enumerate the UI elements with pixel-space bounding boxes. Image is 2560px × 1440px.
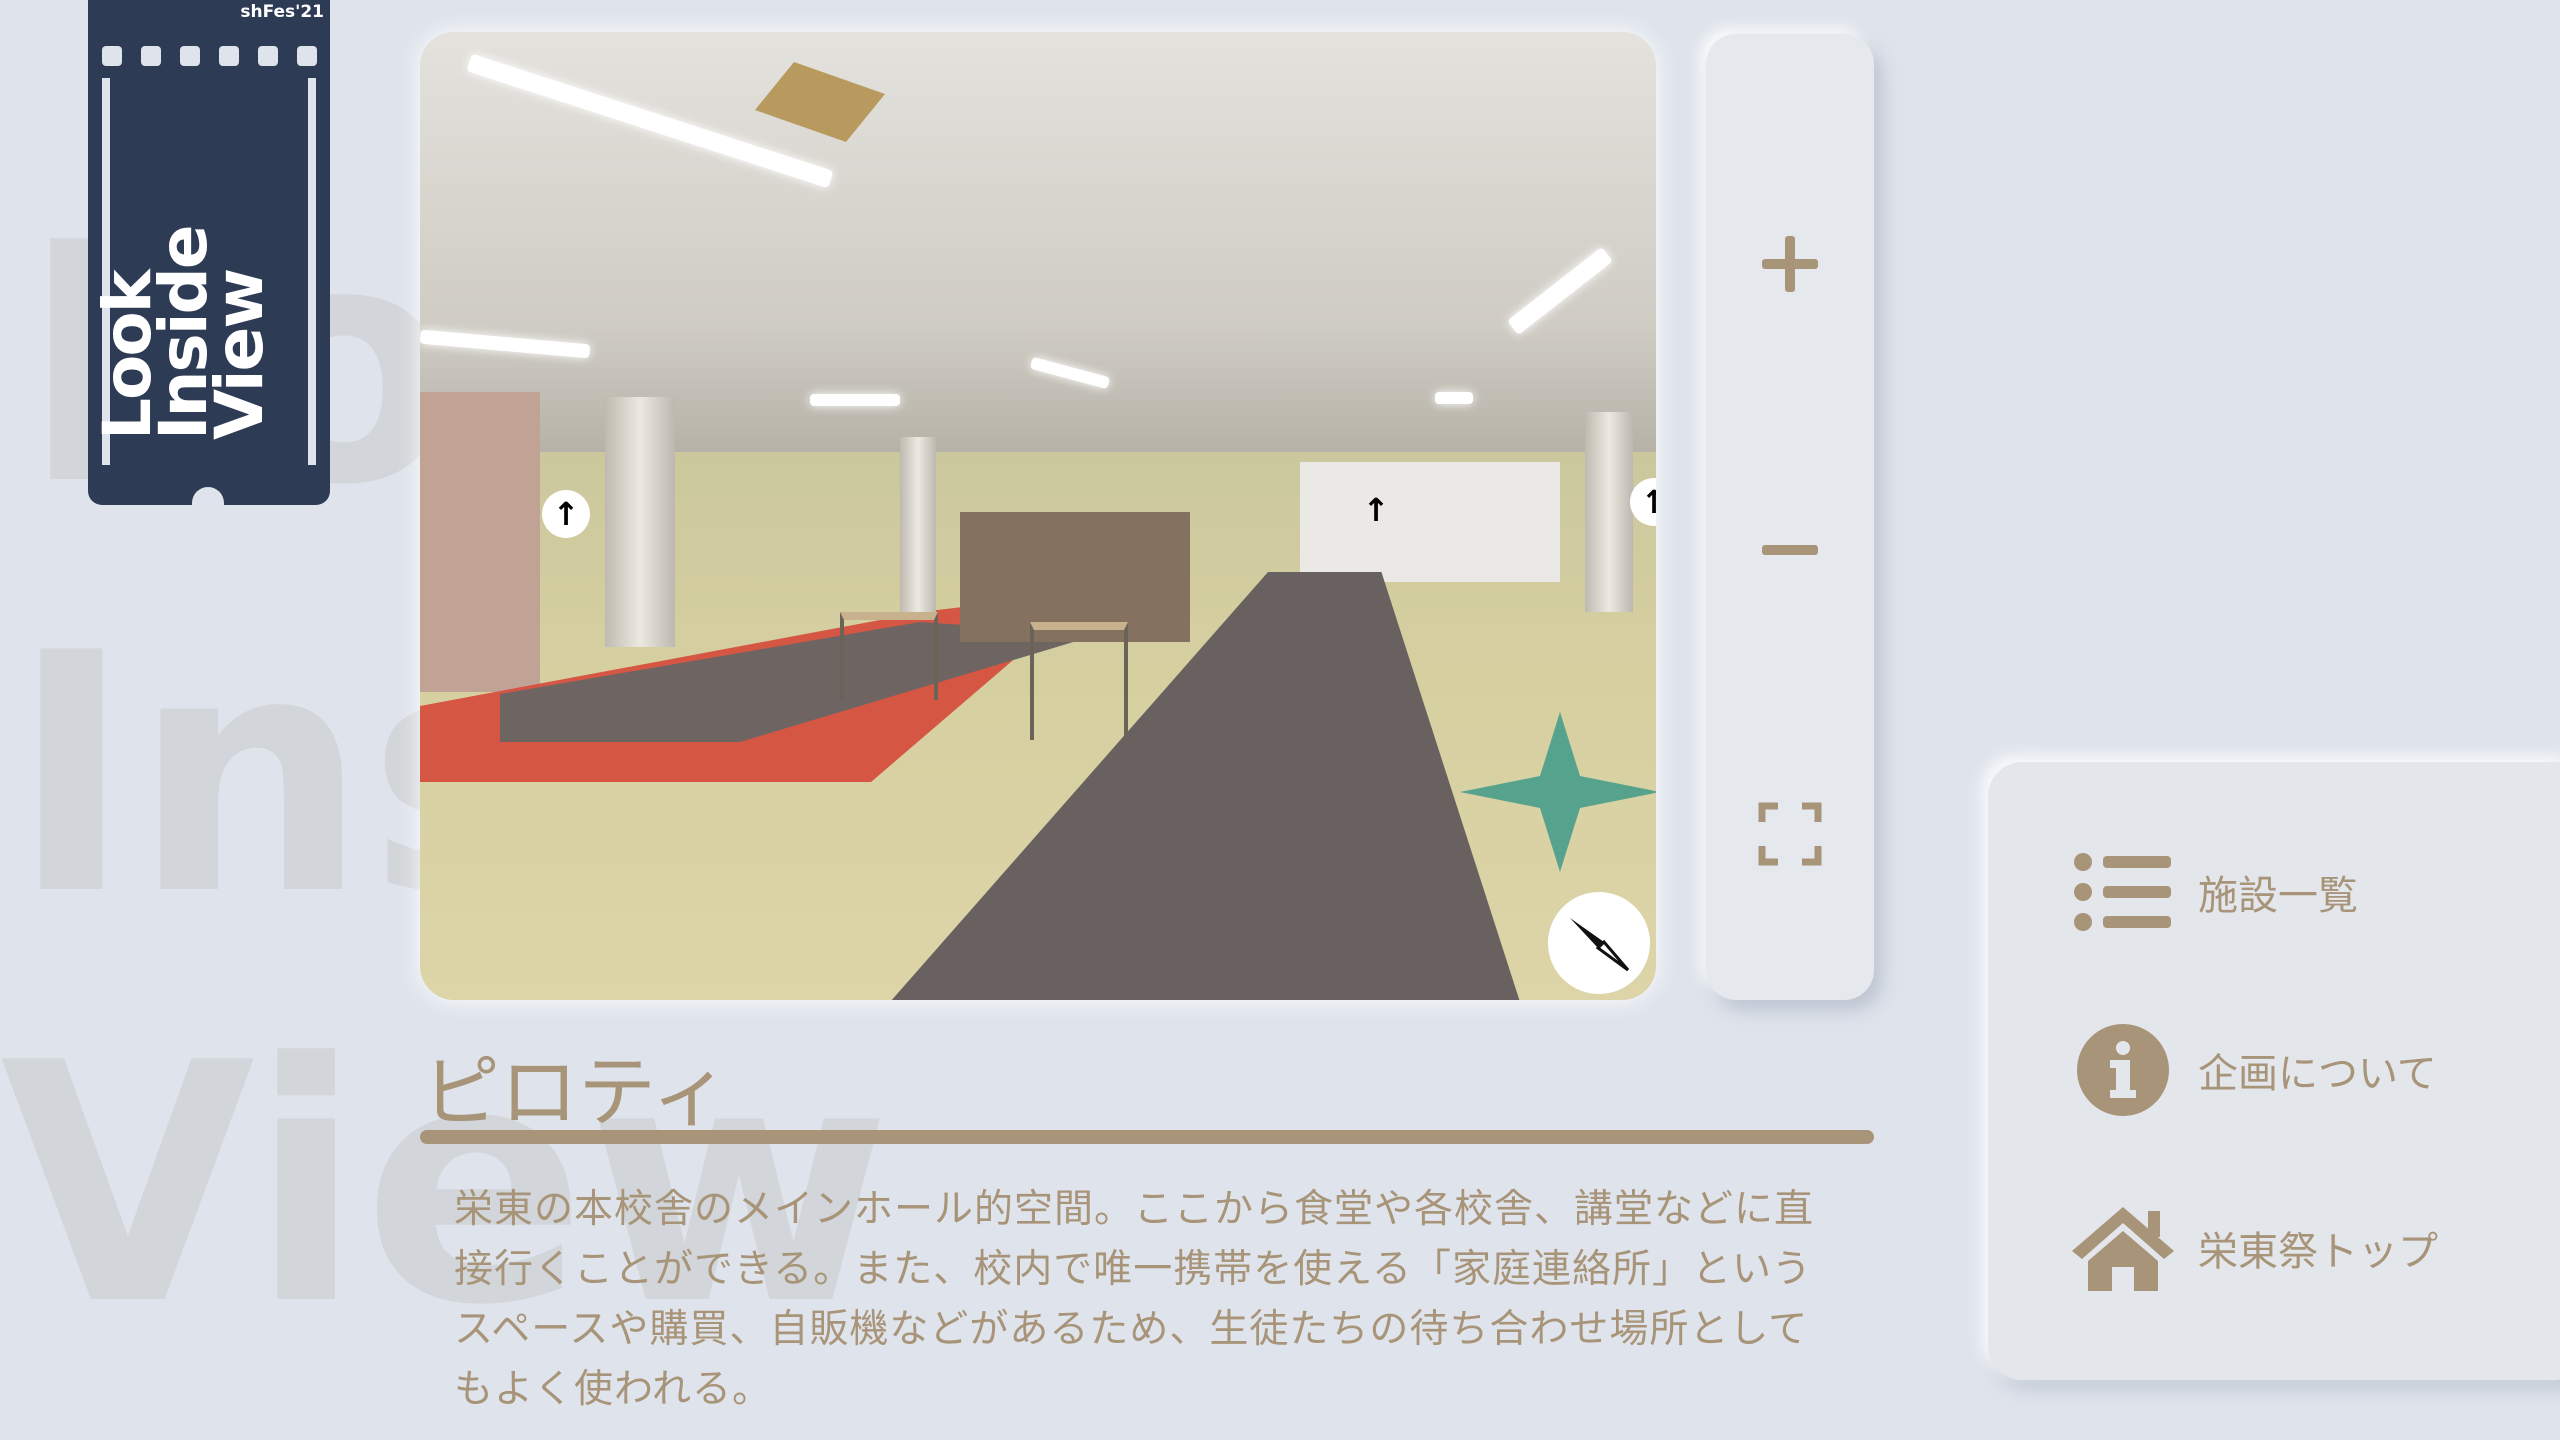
logo-event-tag: shFes'21 (240, 2, 324, 22)
zoom-out-button[interactable] (1706, 490, 1874, 610)
menu-item-label: 施設一覧 (2198, 873, 2358, 919)
menu-item-label: 企画について (2198, 1051, 2437, 1097)
compass-button[interactable] (1548, 892, 1650, 994)
logo-film-holes (88, 46, 330, 66)
panorama-wall (420, 392, 540, 692)
up-arrow-icon: ↑ (552, 495, 580, 533)
logo-wordmark: Look Inside View (89, 227, 278, 440)
zoom-in-button[interactable] (1706, 204, 1874, 324)
panorama-corridor (1300, 462, 1560, 582)
pillar (605, 397, 675, 647)
up-arrow-icon: ↑ (1362, 491, 1390, 529)
menu-item-about-project[interactable]: 企画について (2068, 1020, 2437, 1120)
menu-item-festival-top[interactable]: 栄東祭トップ (2068, 1198, 2438, 1298)
list-icon (2068, 842, 2178, 942)
panorama-ceiling (420, 32, 1656, 452)
fullscreen-button[interactable] (1706, 774, 1874, 894)
up-arrow-icon: ↑ (1640, 483, 1656, 521)
side-menu: 施設一覧 企画について 栄東祭トップ (1988, 762, 2560, 1380)
plus-icon (1762, 236, 1818, 292)
location-title: ピロティ (422, 1048, 730, 1138)
table (1030, 622, 1128, 740)
ceiling-light (1435, 392, 1473, 404)
ceiling-light (810, 394, 900, 406)
panorama-viewer[interactable]: ↑ ↑ ↑ (420, 32, 1656, 1000)
navigation-hotspot-arrow[interactable]: ↑ (542, 490, 590, 538)
navigation-hotspot-arrow[interactable]: ↑ (1352, 486, 1400, 534)
menu-item-facility-list[interactable]: 施設一覧 (2068, 842, 2358, 942)
look-inside-view-logo[interactable]: shFes'21 Look Inside View (88, 0, 330, 505)
title-underline (420, 1130, 1874, 1144)
compass-needle-icon (1570, 918, 1630, 972)
info-icon (2068, 1020, 2178, 1120)
location-description: 栄東の本校舎のメインホール的空間。ここから食堂や各校舎、講堂などに直接行くことが… (454, 1187, 1815, 1412)
logo-notch (192, 487, 224, 505)
pillar (1585, 412, 1633, 612)
table (840, 612, 938, 700)
pillar (900, 437, 936, 617)
fullscreen-icon (1758, 802, 1822, 866)
home-icon (2068, 1198, 2178, 1298)
viewer-controls (1706, 34, 1874, 1000)
minus-icon (1762, 545, 1818, 555)
menu-item-label: 栄東祭トップ (2198, 1229, 2438, 1275)
